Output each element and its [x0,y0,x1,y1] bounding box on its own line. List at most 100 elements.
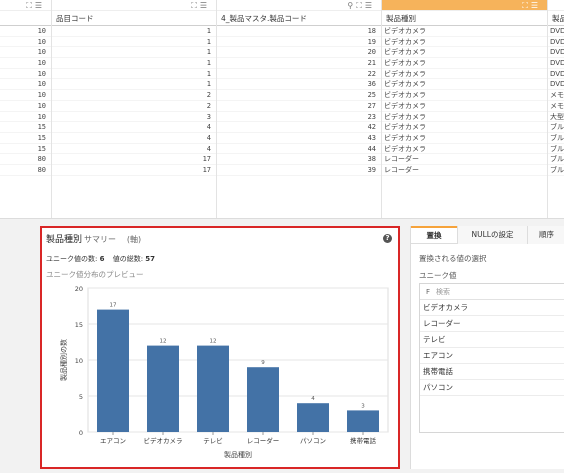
grid-cell[interactable]: 10 [0,90,51,101]
y-tick-label: 0 [79,429,83,437]
expand-icon[interactable]: ⛶ [191,1,200,10]
grid-cell[interactable]: 10 [0,37,51,48]
grid-cell[interactable]: ビデオカメラ [382,112,547,123]
grid-cell[interactable]: ビデオカメラ [382,47,547,59]
grid-cell[interactable]: 10 [0,47,51,59]
grid-cell[interactable]: メモ [548,101,564,112]
grid-cell[interactable]: ブル [548,165,564,176]
unique-value-item[interactable]: パソコン [420,380,564,396]
menu-icon[interactable]: ☰ [35,1,45,10]
grid-cell[interactable]: ビデオカメラ [382,90,547,101]
cell-text: ビデオカメラ [384,37,426,46]
grid-cell[interactable]: ブル [548,122,564,133]
grid-cell[interactable]: 17 [52,165,216,176]
tab-order[interactable]: 順序 [527,226,564,244]
grid-cell[interactable]: ビデオカメラ [382,101,547,112]
grid-cell[interactable]: ブル [548,133,564,144]
unique-value-item[interactable]: ビデオカメラ [420,300,564,316]
grid-cell[interactable]: 22 [217,69,381,80]
grid-cell[interactable]: 4 [52,133,216,144]
grid-cell[interactable]: 15 [0,133,51,144]
column-header-product-code[interactable]: 4_製品マスタ.製品コード [217,11,381,26]
grid-cell[interactable]: 4 [52,122,216,133]
grid-cell[interactable]: 39 [217,165,381,176]
grid-cell[interactable]: 21 [217,58,381,69]
grid-cell[interactable]: 10 [0,26,51,37]
grid-cell[interactable]: DVD [548,26,564,37]
grid-cell[interactable]: 3 [52,112,216,123]
grid-cell[interactable]: 1 [52,47,216,59]
expand-icon[interactable]: ⛶ [26,1,35,10]
tab-null-settings[interactable]: NULLの設定 [457,226,527,244]
column-header-product[interactable]: 製品 [548,11,564,26]
grid-cell[interactable]: DVD [548,58,564,69]
grid-cell[interactable]: 80 [0,165,51,176]
grid-cell[interactable]: ビデオカメラ [382,144,547,155]
grid-cell[interactable]: 10 [0,58,51,69]
grid-cell[interactable]: 1 [52,58,216,69]
column-header-product-type[interactable]: 製品種別 [382,11,547,26]
grid-cell[interactable]: 43 [217,133,381,144]
grid-cell[interactable]: 15 [0,144,51,155]
grid-cell[interactable]: 36 [217,79,381,91]
grid-cell[interactable]: 10 [0,69,51,80]
grid-cell[interactable]: ビデオカメラ [382,69,547,80]
unique-value-item[interactable]: テレビ [420,332,564,348]
grid-cell[interactable]: 18 [217,26,381,37]
menu-icon[interactable]: ☰ [200,1,210,10]
grid-cell[interactable]: 20 [217,47,381,59]
grid-cell[interactable]: 10 [0,112,51,123]
grid-cell[interactable]: 23 [217,112,381,123]
grid-cell[interactable]: ビデオカメラ [382,133,547,144]
grid-cell[interactable]: ビデオカメラ [382,37,547,48]
grid-cell[interactable]: 1 [52,79,216,91]
grid-cell[interactable]: 19 [217,37,381,48]
grid-cell[interactable]: 25 [217,90,381,101]
grid-cell[interactable]: 4 [52,144,216,155]
unique-value-item[interactable]: レコーダー [420,316,564,332]
grid-cell[interactable]: ビデオカメラ [382,79,547,91]
link-icon[interactable]: ⚲ [347,1,356,10]
expand-icon[interactable]: ⛶ [356,1,365,10]
grid-cell[interactable]: 1 [52,69,216,80]
grid-cell[interactable]: 1 [52,26,216,37]
grid-cell[interactable]: 大型 [548,112,564,123]
grid-cell[interactable]: レコーダー [382,154,547,165]
grid-cell[interactable]: ビデオカメラ [382,58,547,69]
menu-icon[interactable]: ☰ [365,1,375,10]
y-tick-label: 20 [75,285,83,293]
grid-cell[interactable]: ビデオカメラ [382,26,547,37]
grid-cell[interactable]: 2 [52,101,216,112]
grid-cell[interactable]: DVD [548,69,564,80]
grid-cell[interactable]: 17 [52,154,216,165]
grid-cell[interactable]: ブル [548,154,564,165]
grid-cell[interactable]: 15 [0,122,51,133]
unique-value-item[interactable]: エアコン [420,348,564,364]
grid-cell[interactable]: 44 [217,144,381,155]
search-input[interactable]: F 検索 [420,284,564,300]
grid-cell[interactable]: ビデオカメラ [382,122,547,133]
grid-cell[interactable]: 27 [217,101,381,112]
grid-cell[interactable]: 10 [0,79,51,91]
grid-cell[interactable]: DVD [548,79,564,91]
grid-cell[interactable]: ブル [548,144,564,155]
column-header[interactable] [0,11,51,26]
grid-cell[interactable]: DVD [548,37,564,48]
data-label: 17 [110,303,117,309]
grid-cell[interactable]: 2 [52,90,216,101]
distribution-bar-chart: 0 5 10 15 20 17 エアコン 12 ビデオカメラ 12 テレビ 9 レコーダー 4 パソコン 3 携… [59,285,389,459]
grid-cell[interactable]: 80 [0,154,51,165]
grid-cell[interactable]: 38 [217,154,381,165]
column-header-item-code[interactable]: 品目コード [52,11,216,26]
grid-cell[interactable]: 10 [0,101,51,112]
question-icon[interactable]: ? [383,234,392,243]
menu-icon[interactable]: ☰ [531,1,541,10]
grid-cell[interactable]: メモ [548,90,564,101]
grid-cell[interactable]: 42 [217,122,381,133]
grid-cell[interactable]: DVD [548,47,564,59]
expand-icon[interactable]: ⛶ [522,1,531,10]
grid-cell[interactable]: 1 [52,37,216,48]
tab-replace[interactable]: 置換 [411,226,457,244]
unique-value-item[interactable]: 携帯電話 [420,364,564,380]
grid-cell[interactable]: レコーダー [382,165,547,176]
